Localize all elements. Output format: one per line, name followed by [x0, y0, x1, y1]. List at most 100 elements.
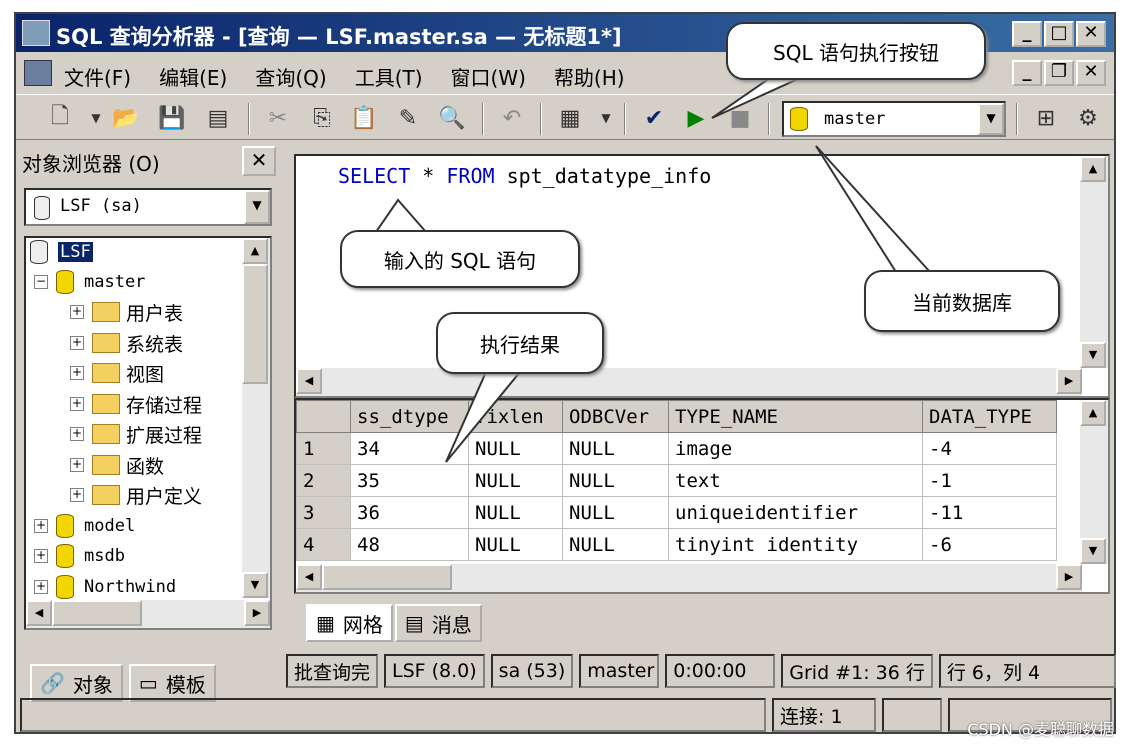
tab-objects[interactable]: 🔗 对象 [30, 664, 123, 702]
tree-vertical-scrollbar[interactable]: ▲ ▼ [242, 238, 270, 598]
grid-vertical-scrollbar[interactable]: ▲ ▼ [1080, 400, 1108, 564]
status-batch: 批查询完 [286, 654, 379, 688]
table-row[interactable]: 3 36 NULL NULL uniqueidentifier -11 [296, 496, 1057, 529]
menu-help[interactable]: 帮助(H) [554, 62, 625, 91]
table-row[interactable]: 4 48 NULL NULL tinyint identity -6 [296, 528, 1057, 561]
tree-node-views[interactable]: + 视图 [70, 359, 164, 387]
show-plan-icon[interactable]: ⚙ [1072, 102, 1104, 134]
objects-icon: 🔗 [40, 671, 65, 695]
tree-node-msdb[interactable]: + msdb [34, 542, 125, 570]
callout-current-database: 当前数据库 [864, 270, 1060, 332]
status-user: sa (53) [490, 654, 574, 688]
chevron-down-icon[interactable]: ▼ [244, 190, 270, 224]
row-header-corner [296, 400, 351, 433]
column-header[interactable]: DATA_TYPE [922, 400, 1057, 433]
maximize-button[interactable]: □ [1044, 21, 1074, 47]
server-name: LSF (sa) [60, 196, 142, 216]
status-position: 行 6，列 4 [938, 654, 1116, 688]
find-icon[interactable]: 🔍 [436, 102, 468, 134]
child-minimize-button[interactable]: _ [1012, 60, 1042, 86]
menu-tools[interactable]: 工具(T) [355, 62, 423, 91]
status-server: LSF (8.0) [384, 654, 485, 688]
execute-play-icon[interactable]: ▶ [680, 102, 712, 134]
chevron-down-icon[interactable]: ▼ [978, 103, 1004, 135]
server-selector[interactable]: LSF (sa) ▼ [24, 188, 272, 226]
object-browser-title: 对象浏览器 (O) [22, 152, 160, 176]
server-icon [34, 196, 50, 220]
column-header[interactable]: ss_dtype [350, 400, 469, 433]
column-header[interactable]: TYPE_NAME [668, 400, 923, 433]
connections-count: 连接: 1 [772, 698, 876, 732]
grid-icon: ▦ [316, 611, 335, 635]
cut-icon[interactable]: ✂ [262, 102, 294, 134]
document-icon [24, 60, 52, 86]
load-script-icon[interactable]: ▤ [202, 102, 234, 134]
close-button[interactable]: ✕ [1076, 21, 1106, 47]
tab-templates[interactable]: ▭ 模板 [128, 664, 216, 702]
tree-node-extended-procedures[interactable]: + 扩展过程 [70, 420, 202, 448]
menu-window[interactable]: 窗口(W) [451, 62, 526, 91]
dropdown-arrow-icon[interactable]: ▼ [80, 102, 112, 134]
callout-execute-button: SQL 语句执行按钮 [726, 22, 986, 80]
templates-icon: ▭ [138, 671, 158, 695]
tab-grid[interactable]: ▦ 网格 [306, 604, 393, 642]
grid-results-icon[interactable]: ▦ [554, 102, 586, 134]
tree-node-stored-procedures[interactable]: + 存储过程 [70, 390, 202, 418]
tree-node-functions[interactable]: + 函数 [70, 451, 164, 479]
app-icon [22, 20, 50, 46]
paste-icon[interactable]: 📋 [348, 102, 380, 134]
database-name: master [824, 109, 886, 129]
database-selector[interactable]: master ▼ [782, 101, 1006, 137]
column-header[interactable]: fixlen [468, 400, 563, 433]
editor-vertical-scrollbar[interactable]: ▲ ▼ [1080, 156, 1108, 368]
copy-icon[interactable]: ⎘ [306, 102, 338, 134]
new-query-icon[interactable]: 🗋 [44, 102, 76, 134]
bottom-status-bar: 连接: 1 [16, 698, 1114, 734]
tree-node-system-tables[interactable]: + 系统表 [70, 329, 183, 357]
tree-node-user-tables[interactable]: + 用户表 [70, 298, 183, 326]
menu-file[interactable]: 文件(F) [64, 62, 131, 91]
status-grid: Grid #1: 36 行 [781, 654, 933, 688]
tab-messages[interactable]: ▤ 消息 [394, 604, 482, 642]
results-grid: ss_dtype fixlen ODBCVer TYPE_NAME DATA_T… [294, 398, 1110, 594]
header-row: ss_dtype fixlen ODBCVer TYPE_NAME DATA_T… [296, 400, 1057, 433]
table-row[interactable]: 1 34 NULL NULL image -4 [296, 432, 1057, 465]
child-restore-button[interactable]: ❐ [1044, 60, 1074, 86]
status-elapsed: 0:00:00 [665, 654, 776, 688]
menu-query[interactable]: 查询(Q) [255, 62, 326, 91]
tree-horizontal-scrollbar[interactable]: ◀ ▶ [26, 600, 270, 628]
undo-icon[interactable]: ↶ [496, 102, 528, 134]
object-browser-close-button[interactable]: ✕ [242, 146, 276, 176]
object-browser-toggle-icon[interactable]: ⊞ [1030, 102, 1062, 134]
object-browser: 对象浏览器 (O) ✕ LSF (sa) ▼ LSF − master + 用户表 … [20, 144, 278, 702]
toolbar: 🗋 ▼ 📂 💾 ▤ ✂ ⎘ 📋 ✎ 🔍 ↶ ▦ ▼ ✔ ▶ ■ master ▼… [16, 94, 1114, 140]
window-title: SQL 查询分析器 - [查询 — LSF.master.sa — 无标题1*] [56, 25, 622, 49]
column-header[interactable]: ODBCVer [562, 400, 669, 433]
minimize-button[interactable]: _ [1012, 21, 1042, 47]
callout-input-sql: 输入的 SQL 语句 [340, 230, 580, 288]
edit-icon[interactable]: ✎ [392, 102, 424, 134]
stop-icon[interactable]: ■ [724, 102, 756, 134]
editor-horizontal-scrollbar[interactable]: ◀ ▶ [296, 368, 1082, 396]
open-folder-icon[interactable]: 📂 [110, 102, 142, 134]
status-database: master [579, 654, 660, 688]
table-row[interactable]: 2 35 NULL NULL text -1 [296, 464, 1057, 497]
tree-node-server[interactable]: LSF [30, 238, 93, 266]
tree-node-model[interactable]: + model [34, 512, 135, 540]
results-dropdown-icon[interactable]: ▼ [590, 102, 622, 134]
parse-check-icon[interactable]: ✔ [638, 102, 670, 134]
save-icon[interactable]: 💾 [156, 102, 188, 134]
status-bar: 批查询完 LSF (8.0) sa (53) master 0:00:00 Gr… [286, 654, 1116, 690]
messages-icon: ▤ [404, 611, 424, 635]
child-close-button[interactable]: ✕ [1076, 60, 1106, 86]
database-icon [790, 107, 808, 131]
tree-node-user-defined[interactable]: + 用户定义 [70, 481, 202, 509]
tree-node-northwind[interactable]: + Northwind [34, 573, 176, 601]
watermark: CSDN @麦聪聊数据 [967, 720, 1114, 739]
menu-edit[interactable]: 编辑(E) [159, 62, 227, 91]
tree-node-master[interactable]: − master [34, 268, 145, 296]
callout-execution-result: 执行结果 [436, 312, 604, 374]
grid-horizontal-scrollbar[interactable]: ◀ ▶ [296, 564, 1082, 592]
object-tree: LSF − master + 用户表 + 系统表 + 视图 + 存储过程 + 扩展过程 + 函… [24, 236, 272, 630]
sql-text: SELECT * FROM spt_datatype_info [338, 164, 712, 188]
